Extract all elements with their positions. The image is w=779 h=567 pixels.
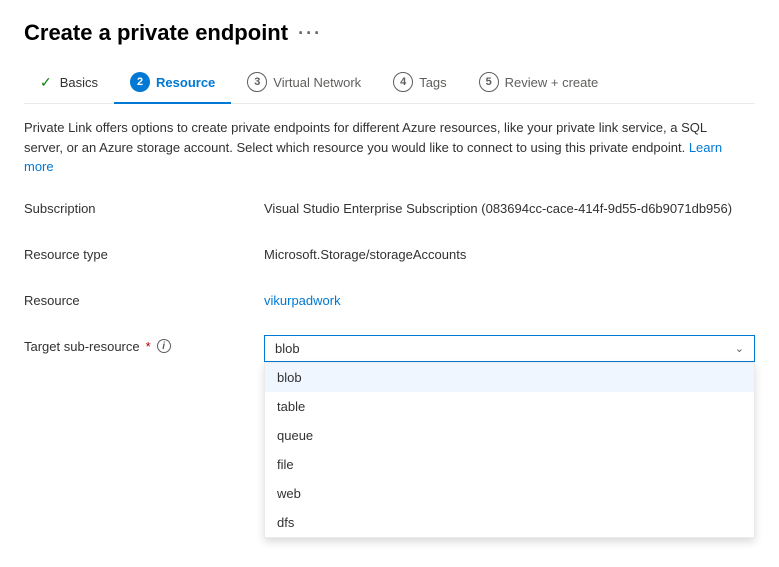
target-sub-resource-row: Target sub-resource * i blob ⌄ blobtable… bbox=[24, 335, 755, 363]
tab-virtual-network-number: 3 bbox=[247, 72, 267, 92]
dropdown-trigger[interactable]: blob ⌄ bbox=[264, 335, 755, 362]
resource-value[interactable]: vikurpadwork bbox=[264, 289, 755, 308]
dropdown-item-file[interactable]: file bbox=[265, 450, 754, 479]
subscription-value: Visual Studio Enterprise Subscription (0… bbox=[264, 197, 755, 216]
dropdown-item-blob[interactable]: blob bbox=[265, 363, 754, 392]
tab-review-create[interactable]: 5 Review + create bbox=[463, 64, 615, 104]
dropdown-item-table[interactable]: table bbox=[265, 392, 754, 421]
subscription-row: Subscription Visual Studio Enterprise Su… bbox=[24, 197, 755, 225]
tab-virtual-network-label: Virtual Network bbox=[273, 75, 361, 90]
tab-basics-label: Basics bbox=[60, 75, 98, 90]
tab-tags-number: 4 bbox=[393, 72, 413, 92]
dropdown-item-dfs[interactable]: dfs bbox=[265, 508, 754, 537]
resource-row: Resource vikurpadwork bbox=[24, 289, 755, 317]
tab-review-label: Review + create bbox=[505, 75, 599, 90]
tab-tags[interactable]: 4 Tags bbox=[377, 64, 462, 104]
target-sub-resource-label: Target sub-resource * i bbox=[24, 335, 264, 354]
tab-tags-label: Tags bbox=[419, 75, 446, 90]
resource-type-row: Resource type Microsoft.Storage/storageA… bbox=[24, 243, 755, 271]
info-text: Private Link offers options to create pr… bbox=[24, 118, 724, 177]
tab-resource-number: 2 bbox=[130, 72, 150, 92]
dropdown-item-queue[interactable]: queue bbox=[265, 421, 754, 450]
subscription-label: Subscription bbox=[24, 197, 264, 216]
page-title: Create a private endpoint bbox=[24, 20, 288, 46]
dropdown-selected-value: blob bbox=[275, 341, 300, 356]
tab-resource[interactable]: 2 Resource bbox=[114, 64, 231, 104]
info-icon[interactable]: i bbox=[157, 339, 171, 353]
resource-label: Resource bbox=[24, 289, 264, 308]
resource-type-value: Microsoft.Storage/storageAccounts bbox=[264, 243, 755, 262]
learn-more-link[interactable]: Learn more bbox=[24, 140, 722, 175]
wizard-tabs: ✓ Basics 2 Resource 3 Virtual Network 4 … bbox=[24, 64, 755, 104]
required-star: * bbox=[146, 339, 151, 354]
dropdown-menu: blobtablequeuefilewebdfs bbox=[264, 362, 755, 538]
tab-review-number: 5 bbox=[479, 72, 499, 92]
resource-type-label: Resource type bbox=[24, 243, 264, 262]
tab-basics[interactable]: ✓ Basics bbox=[24, 66, 114, 103]
page-title-container: Create a private endpoint ··· bbox=[24, 20, 755, 46]
page-title-dots: ··· bbox=[298, 23, 322, 44]
tab-virtual-network[interactable]: 3 Virtual Network bbox=[231, 64, 377, 104]
target-sub-resource-dropdown[interactable]: blob ⌄ blobtablequeuefilewebdfs bbox=[264, 335, 755, 362]
basics-check-icon: ✓ bbox=[40, 74, 52, 91]
dropdown-item-web[interactable]: web bbox=[265, 479, 754, 508]
chevron-down-icon: ⌄ bbox=[735, 342, 744, 355]
tab-resource-label: Resource bbox=[156, 75, 215, 90]
